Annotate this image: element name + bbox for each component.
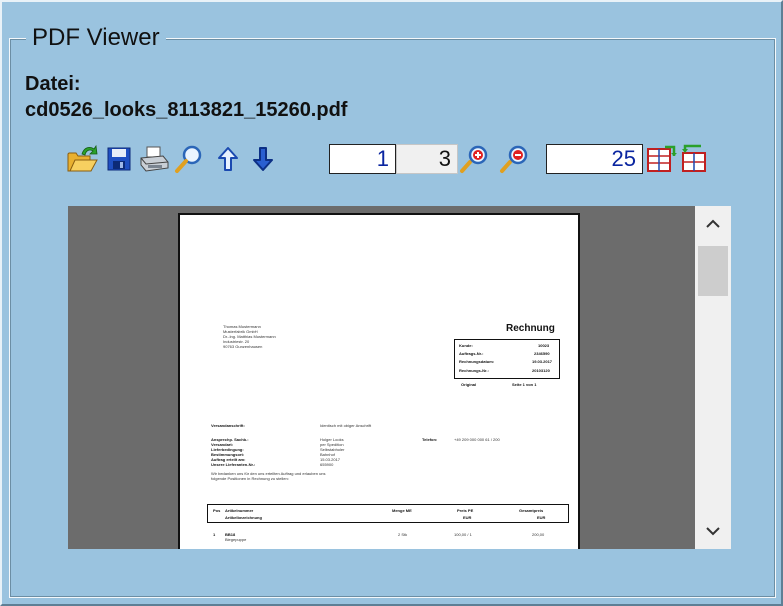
detail-key: Unsere Lieferanten-Nr.: bbox=[211, 462, 256, 467]
page-count-field: 3 bbox=[396, 144, 458, 174]
fit-page-icon[interactable] bbox=[679, 143, 711, 175]
pdf-viewport[interactable]: Thomas Mustermann Musterfabrik GmbH Dr.-… bbox=[68, 206, 731, 549]
pdf-page: Thomas Mustermann Musterfabrik GmbH Dr.-… bbox=[178, 213, 580, 549]
col-header: EUR bbox=[463, 515, 472, 520]
print-icon[interactable] bbox=[138, 143, 170, 175]
scroll-up-icon[interactable] bbox=[695, 206, 731, 242]
ship-label: Versandanschrift: bbox=[211, 423, 245, 428]
col-header: Pos bbox=[213, 508, 221, 513]
col-header: Artikelbezeichnung bbox=[225, 515, 262, 520]
col-header: Gesamtpreis bbox=[519, 508, 544, 513]
open-folder-icon[interactable] bbox=[66, 143, 98, 175]
meta-value: 20103120 bbox=[532, 368, 550, 373]
sender-line: 90763 Gunzenhausen bbox=[223, 344, 263, 349]
meta-key: Kunde: bbox=[459, 343, 473, 348]
col-header: EUR bbox=[537, 515, 546, 520]
thanks-text: folgende Positionen in Rechnung zu stell… bbox=[211, 476, 289, 481]
phone-value: +49 209 000 000 61 / 200 bbox=[454, 437, 500, 442]
zoom-input[interactable]: 25 bbox=[546, 144, 643, 174]
invoice-title: Rechnung bbox=[506, 323, 555, 334]
file-name: cd0526_looks_8113821_15260.pdf bbox=[25, 99, 348, 121]
save-icon[interactable] bbox=[103, 143, 135, 175]
detail-value: 655900 bbox=[320, 462, 334, 467]
current-page-input[interactable]: 1 bbox=[329, 144, 396, 174]
file-label: Datei: bbox=[25, 73, 81, 95]
table-cell: 1 bbox=[213, 532, 216, 537]
meta-value: 19.03.2017 bbox=[532, 359, 553, 364]
phone-label: Telefon: bbox=[422, 437, 438, 442]
scrollbar-thumb[interactable] bbox=[698, 246, 728, 296]
fit-width-icon[interactable] bbox=[645, 143, 677, 175]
arrow-down-icon[interactable] bbox=[247, 143, 279, 175]
meta-key: Rechnungs-Nr.: bbox=[459, 368, 489, 373]
items-table-header bbox=[207, 504, 569, 523]
scroll-down-icon[interactable] bbox=[695, 513, 731, 549]
search-icon[interactable] bbox=[173, 143, 205, 175]
zoom-in-icon[interactable] bbox=[459, 143, 491, 175]
col-header: Artikelnummer bbox=[225, 508, 254, 513]
table-cell: 100,00 / 1 bbox=[454, 532, 472, 537]
meta-key: Rechnungsdatum: bbox=[459, 359, 495, 364]
group-title: PDF Viewer bbox=[26, 24, 166, 52]
zoom-out-icon[interactable] bbox=[499, 143, 531, 175]
ship-value: Identisch mit obiger Anschrift bbox=[320, 423, 372, 428]
meta-value: 2346590 bbox=[534, 351, 550, 356]
toolbar: 1 3 25 bbox=[66, 141, 726, 177]
table-cell: Biegepuppe bbox=[225, 537, 247, 542]
meta-value: 10023 bbox=[538, 343, 550, 348]
page-info: Seite 1 von 1 bbox=[512, 382, 537, 387]
arrow-up-icon[interactable] bbox=[212, 143, 244, 175]
table-cell: 200,00 bbox=[532, 532, 545, 537]
vertical-scrollbar[interactable] bbox=[695, 206, 731, 549]
col-header: Menge ME bbox=[392, 508, 412, 513]
original-label: Original bbox=[461, 382, 477, 387]
meta-key: Auftrags-Nr.: bbox=[459, 351, 484, 356]
table-cell: 2 Stk bbox=[398, 532, 408, 537]
col-header: Preis PE bbox=[457, 508, 474, 513]
